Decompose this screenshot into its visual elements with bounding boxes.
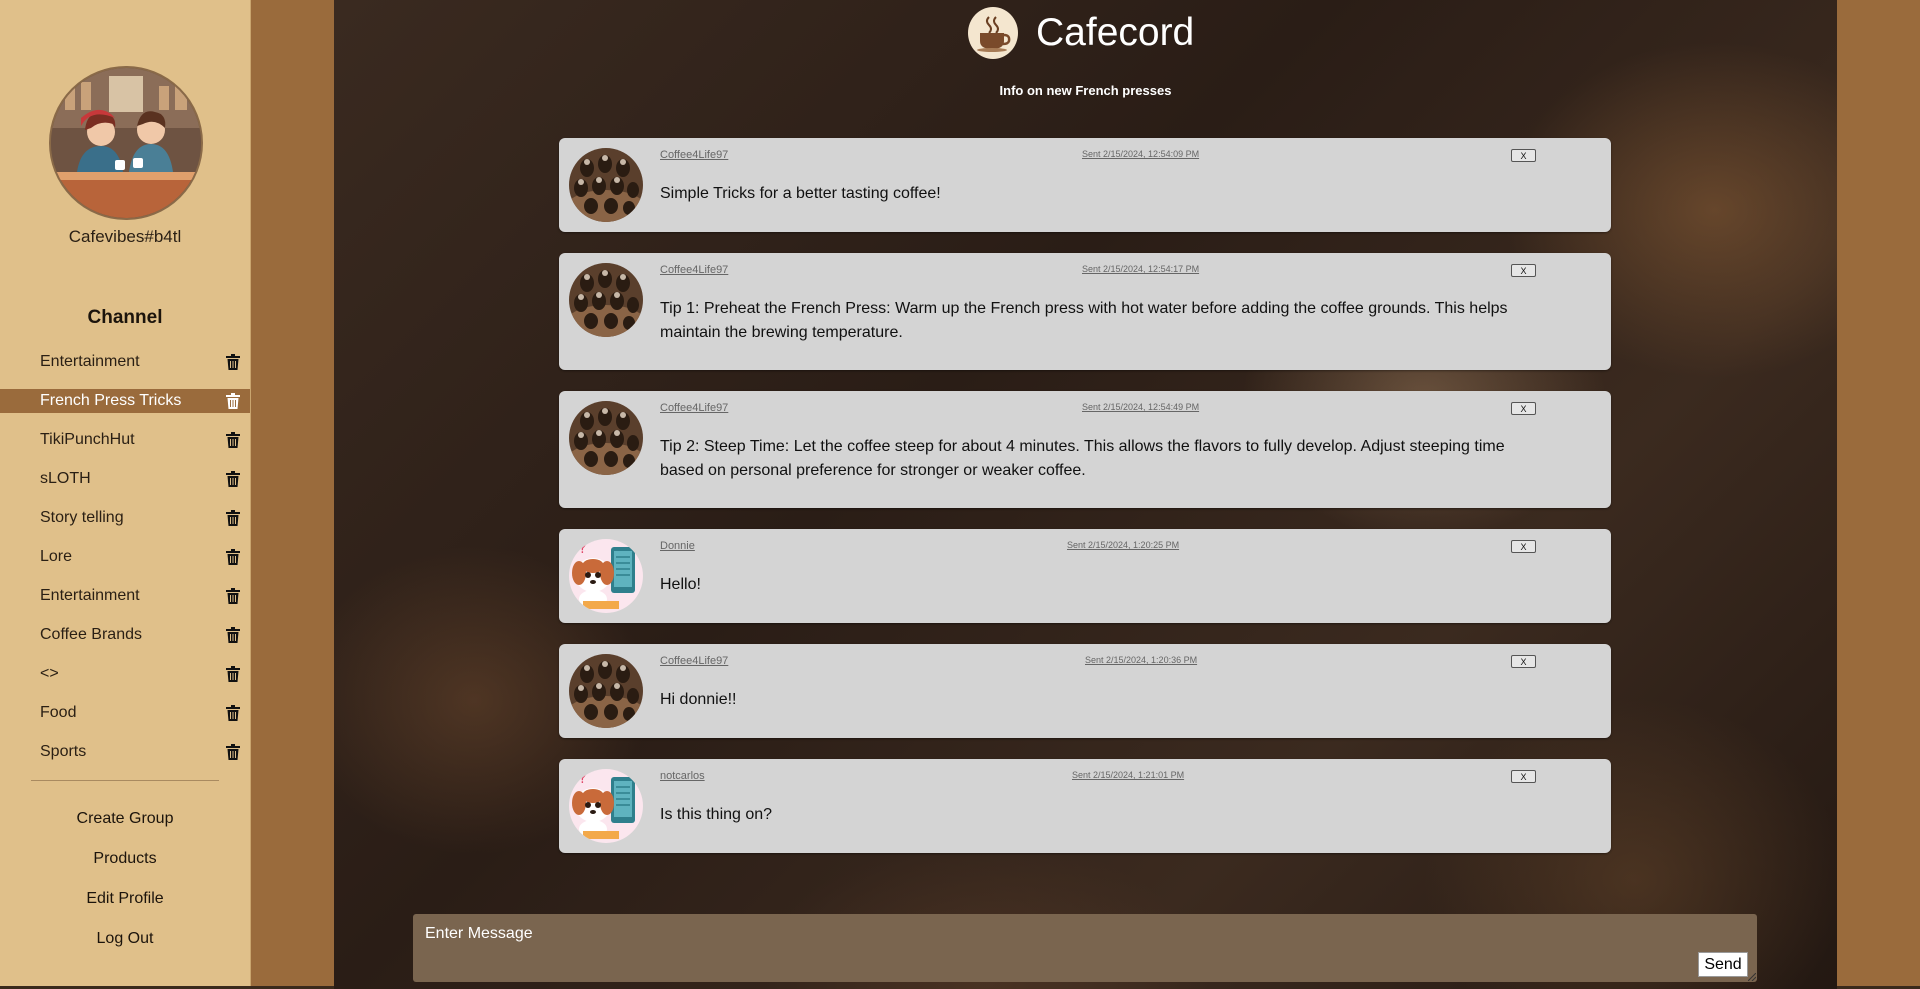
channel-item[interactable]: Lore bbox=[0, 537, 250, 576]
message-author[interactable]: Coffee4Life97 bbox=[660, 149, 728, 161]
sidebar-nav: Create Group Products Edit Profile Log O… bbox=[0, 804, 250, 964]
log-out-link[interactable]: Log Out bbox=[0, 924, 250, 964]
send-button[interactable]: Send bbox=[1698, 952, 1748, 977]
message-text: Hello! bbox=[660, 576, 701, 593]
sidebar-divider bbox=[31, 780, 219, 781]
message-timestamp: Sent 2/15/2024, 12:54:09 PM bbox=[1082, 149, 1200, 159]
coffee-beans-avatar bbox=[569, 654, 643, 728]
channel-item[interactable]: Entertainment bbox=[0, 342, 250, 381]
message-timestamp: Sent 2/15/2024, 12:54:49 PM bbox=[1082, 402, 1200, 412]
channel-item[interactable]: Coffee Brands bbox=[0, 615, 250, 654]
message-author[interactable]: Donnie bbox=[660, 540, 695, 552]
puppy-avatar bbox=[569, 769, 643, 843]
coffee-beans-avatar bbox=[569, 401, 643, 475]
channel-label: Food bbox=[40, 703, 77, 721]
user-avatar[interactable] bbox=[49, 66, 203, 220]
create-group-link[interactable]: Create Group bbox=[0, 804, 250, 844]
trash-icon[interactable] bbox=[226, 704, 240, 721]
channel-list: Entertainment French Press Tricks TikiPu… bbox=[0, 342, 250, 771]
channel-label: Entertainment bbox=[40, 586, 140, 604]
trash-icon[interactable] bbox=[226, 509, 240, 526]
channel-item[interactable]: Entertainment bbox=[0, 576, 250, 615]
channel-label: TikiPunchHut bbox=[40, 430, 135, 448]
channel-item[interactable]: Sports bbox=[0, 732, 250, 771]
message-text: Tip 1: Preheat the French Press: Warm up… bbox=[660, 300, 1508, 341]
message: Donnie Sent 2/15/2024, 1:20:25 PM X Hell… bbox=[559, 529, 1611, 623]
trash-icon[interactable] bbox=[226, 393, 240, 409]
channel-item[interactable]: sLOTH bbox=[0, 459, 250, 498]
username: Cafevibes#b4tl bbox=[68, 227, 182, 246]
message-timestamp: Sent 2/15/2024, 12:54:17 PM bbox=[1082, 264, 1200, 274]
trash-icon[interactable] bbox=[226, 431, 240, 448]
trash-icon[interactable] bbox=[226, 587, 240, 604]
channel-item[interactable]: Story telling bbox=[0, 498, 250, 537]
message-composer: Send bbox=[413, 914, 1757, 982]
channel-label: sLOTH bbox=[40, 469, 91, 487]
coffee-beans-avatar bbox=[569, 263, 643, 337]
channel-heading: Channel bbox=[87, 307, 163, 328]
channel-item[interactable]: Food bbox=[0, 693, 250, 732]
channel-item[interactable]: <> bbox=[0, 654, 250, 693]
resize-handle-icon[interactable] bbox=[1748, 973, 1756, 981]
products-link[interactable]: Products bbox=[0, 844, 250, 884]
trash-icon[interactable] bbox=[226, 470, 240, 487]
delete-message-button[interactable]: X bbox=[1511, 540, 1536, 553]
message: Coffee4Life97 Sent 2/15/2024, 12:54:49 P… bbox=[559, 391, 1611, 508]
trash-icon[interactable] bbox=[226, 548, 240, 565]
delete-message-button[interactable]: X bbox=[1511, 264, 1536, 277]
channel-label: <> bbox=[40, 664, 59, 682]
channel-label: Coffee Brands bbox=[40, 625, 142, 643]
puppy-avatar bbox=[569, 539, 643, 613]
message-text: Tip 2: Steep Time: Let the coffee steep … bbox=[660, 438, 1505, 479]
coffee-cup-logo-icon bbox=[968, 7, 1018, 59]
channel-label: Entertainment bbox=[40, 352, 140, 370]
message-timestamp: Sent 2/15/2024, 1:21:01 PM bbox=[1072, 770, 1185, 780]
message-author[interactable]: Coffee4Life97 bbox=[660, 402, 728, 414]
coffee-beans-avatar bbox=[569, 148, 643, 222]
channel-label: Story telling bbox=[40, 508, 124, 526]
message-timestamp: Sent 2/15/2024, 1:20:36 PM bbox=[1085, 655, 1198, 665]
edit-profile-link[interactable]: Edit Profile bbox=[0, 884, 250, 924]
delete-message-button[interactable]: X bbox=[1511, 149, 1536, 162]
delete-message-button[interactable]: X bbox=[1511, 770, 1536, 783]
message-author[interactable]: Coffee4Life97 bbox=[660, 655, 728, 667]
message-author[interactable]: Coffee4Life97 bbox=[660, 264, 728, 276]
channel-label: Lore bbox=[40, 547, 73, 565]
delete-message-button[interactable]: X bbox=[1511, 402, 1536, 415]
message: Coffee4Life97 Sent 2/15/2024, 1:20:36 PM… bbox=[559, 644, 1611, 738]
message-timestamp: Sent 2/15/2024, 1:20:25 PM bbox=[1067, 540, 1180, 550]
channel-description: Info on new French presses bbox=[999, 83, 1172, 98]
channel-item[interactable]: TikiPunchHut bbox=[0, 420, 250, 459]
delete-message-button[interactable]: X bbox=[1511, 655, 1536, 668]
message-input[interactable] bbox=[423, 924, 1627, 944]
channel-label: Sports bbox=[40, 742, 87, 760]
sidebar: Cafevibes#b4tl Channel Entertainment Fre… bbox=[0, 0, 251, 986]
chat-area: Cafecord Info on new French presses Coff… bbox=[334, 0, 1837, 989]
message: Coffee4Life97 Sent 2/15/2024, 12:54:17 P… bbox=[559, 253, 1611, 370]
message: Coffee4Life97 Sent 2/15/2024, 12:54:09 P… bbox=[559, 138, 1611, 232]
app-title: Cafecord bbox=[1036, 11, 1195, 54]
trash-icon[interactable] bbox=[226, 743, 240, 760]
message: notcarlos Sent 2/15/2024, 1:21:01 PM X I… bbox=[559, 759, 1611, 853]
trash-icon[interactable] bbox=[226, 353, 240, 370]
trash-icon[interactable] bbox=[226, 626, 240, 643]
message-author[interactable]: notcarlos bbox=[660, 770, 705, 782]
message-text: Simple Tricks for a better tasting coffe… bbox=[660, 185, 941, 202]
message-text: Hi donnie!! bbox=[660, 691, 737, 708]
app-brand: Cafecord bbox=[968, 7, 1194, 59]
channel-item-active[interactable]: French Press Tricks bbox=[0, 389, 250, 413]
trash-icon[interactable] bbox=[226, 665, 240, 682]
message-text: Is this thing on? bbox=[660, 806, 773, 823]
channel-label: French Press Tricks bbox=[40, 392, 182, 409]
